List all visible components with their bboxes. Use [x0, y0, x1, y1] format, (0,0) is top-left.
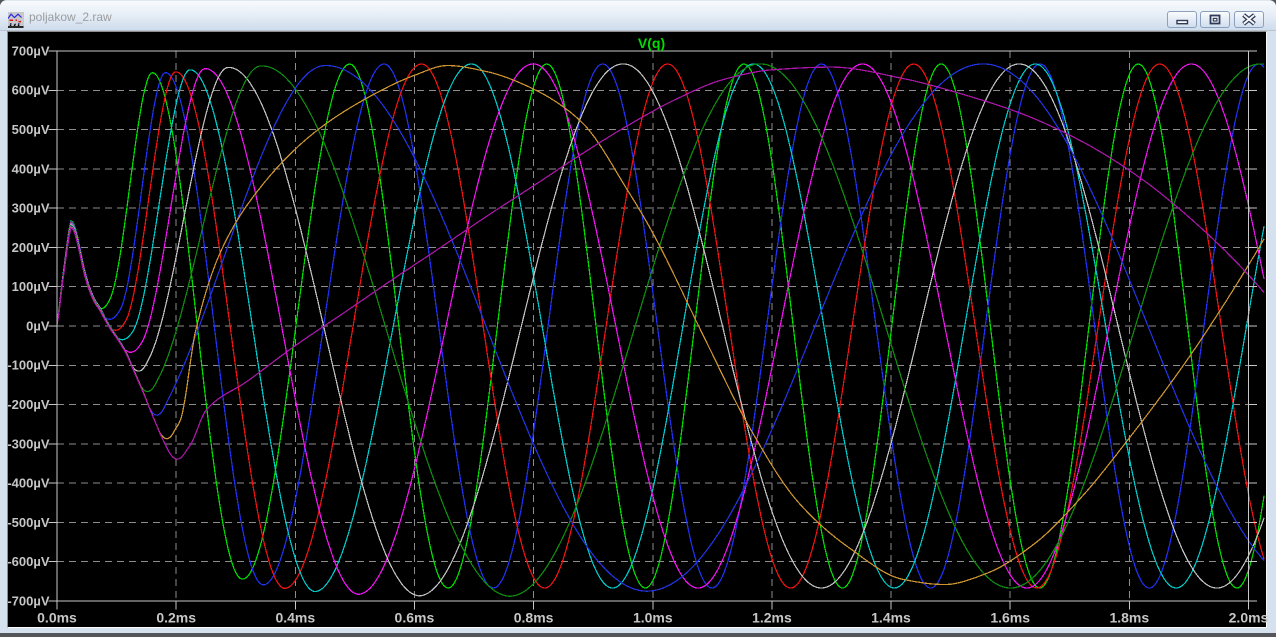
svg-text:V(q): V(q): [638, 35, 665, 51]
svg-text:1.4ms: 1.4ms: [871, 609, 911, 625]
svg-text:700µV: 700µV: [12, 43, 50, 58]
svg-text:0.0ms: 0.0ms: [37, 609, 77, 625]
svg-text:300µV: 300µV: [12, 201, 50, 216]
svg-text:1.6ms: 1.6ms: [990, 609, 1030, 625]
svg-text:-600µV: -600µV: [7, 554, 50, 569]
svg-text:2.0ms: 2.0ms: [1229, 609, 1269, 625]
svg-text:600µV: 600µV: [12, 83, 50, 98]
svg-text:0µV: 0µV: [26, 318, 50, 333]
svg-text:0.4ms: 0.4ms: [275, 609, 315, 625]
svg-text:500µV: 500µV: [12, 122, 50, 137]
svg-text:400µV: 400µV: [12, 161, 50, 176]
svg-text:-200µV: -200µV: [7, 397, 50, 412]
svg-text:-100µV: -100µV: [7, 358, 50, 373]
svg-text:1.8ms: 1.8ms: [1109, 609, 1149, 625]
svg-text:-700µV: -700µV: [7, 593, 50, 608]
svg-text:0.2ms: 0.2ms: [156, 609, 196, 625]
svg-text:-300µV: -300µV: [7, 436, 50, 451]
svg-text:-400µV: -400µV: [7, 476, 50, 491]
svg-text:0.8ms: 0.8ms: [514, 609, 554, 625]
svg-text:100µV: 100µV: [12, 279, 50, 294]
svg-text:0.6ms: 0.6ms: [395, 609, 435, 625]
svg-text:200µV: 200µV: [12, 240, 50, 255]
svg-text:-500µV: -500µV: [7, 515, 50, 530]
svg-text:1.2ms: 1.2ms: [752, 609, 792, 625]
svg-text:1.0ms: 1.0ms: [633, 609, 673, 625]
